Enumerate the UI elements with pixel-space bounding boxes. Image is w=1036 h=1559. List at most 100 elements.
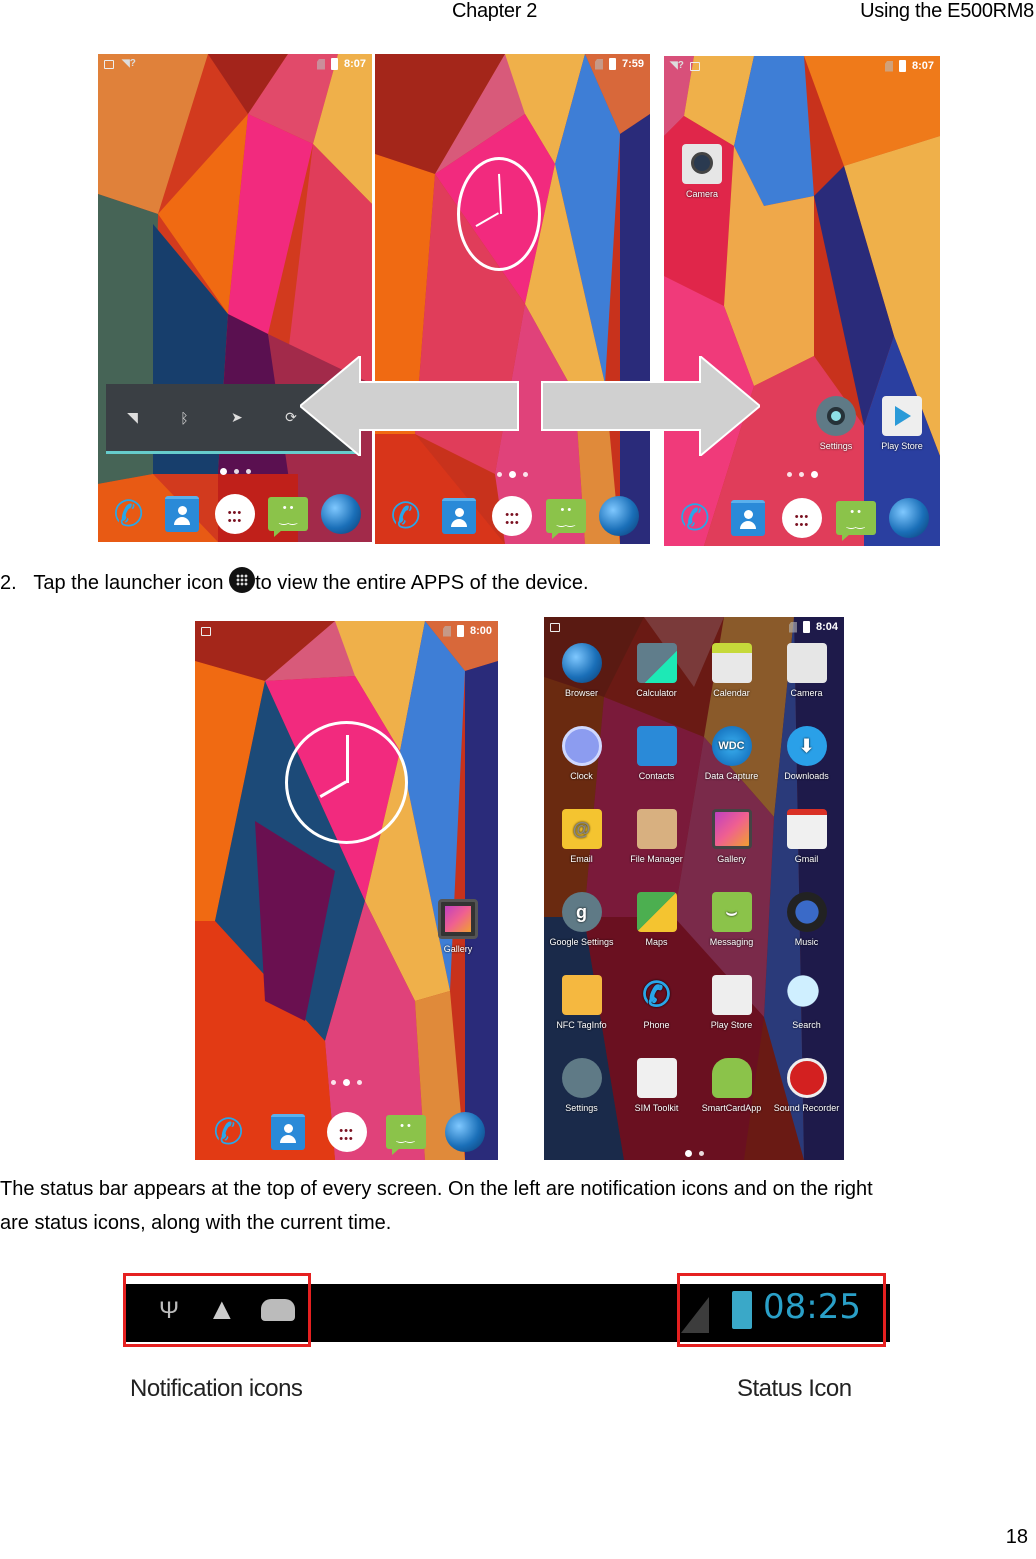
app-downloads[interactable]: ⬇ Downloads bbox=[769, 726, 844, 781]
messaging-icon[interactable] bbox=[385, 1115, 426, 1155]
browser-icon[interactable] bbox=[321, 494, 362, 534]
app-phone[interactable]: ✆ Phone bbox=[619, 975, 694, 1030]
battery-icon bbox=[330, 58, 338, 70]
gallery-icon bbox=[711, 809, 752, 849]
android-debug-icon bbox=[261, 1299, 295, 1321]
app-label: Play Store bbox=[710, 1020, 753, 1030]
contacts-icon[interactable] bbox=[442, 498, 477, 534]
google-settings-icon: g bbox=[561, 892, 602, 932]
no-sim-icon bbox=[442, 625, 451, 637]
section-label: Using the E500RM8 bbox=[860, 0, 1034, 22]
page-indicator bbox=[195, 1079, 498, 1086]
app-label: Downloads bbox=[784, 771, 829, 781]
app-drawer-screen: 8:04 Browser Calculator Calendar Camera Cloc… bbox=[544, 617, 844, 1160]
sync-icon[interactable]: ⟳ bbox=[285, 409, 297, 426]
app-contacts[interactable]: Contacts bbox=[619, 726, 694, 781]
status-icon-label: Status Icon bbox=[737, 1375, 852, 1402]
camera-icon bbox=[682, 144, 722, 184]
messaging-icon[interactable] bbox=[545, 499, 586, 539]
no-sim-icon bbox=[788, 621, 797, 633]
analog-clock-widget[interactable] bbox=[285, 721, 408, 844]
page-indicator bbox=[544, 1150, 844, 1157]
page-indicator bbox=[664, 471, 940, 478]
app-camera[interactable]: Camera bbox=[769, 643, 844, 698]
app-label: Data Capture bbox=[704, 771, 759, 781]
status-bar: 8:00 bbox=[195, 621, 498, 641]
app-data-capture[interactable]: WDC Data Capture bbox=[694, 726, 769, 781]
status-bar-illustration: Ψ ▲ 08:25 Notification icons Status Icon bbox=[115, 1257, 925, 1407]
app-nfc-taginfo[interactable]: NFC TagInfo bbox=[544, 975, 619, 1030]
app-label: Camera bbox=[790, 688, 823, 698]
app-play-store[interactable]: Play Store bbox=[694, 975, 769, 1030]
app-gmail[interactable]: Gmail bbox=[769, 809, 844, 864]
app-google-settings[interactable]: g Google Settings bbox=[544, 892, 619, 947]
settings-icon bbox=[816, 396, 856, 436]
contacts-icon[interactable] bbox=[164, 496, 199, 532]
analog-clock-widget[interactable] bbox=[457, 157, 541, 271]
app-settings[interactable]: Settings bbox=[812, 396, 860, 451]
bluetooth-icon[interactable]: ᛒ bbox=[180, 410, 188, 426]
dock: ✆ bbox=[195, 1108, 498, 1156]
browser-icon[interactable] bbox=[444, 1112, 485, 1152]
app-gallery[interactable]: Gallery bbox=[694, 809, 769, 864]
phone-icon[interactable]: ✆ bbox=[209, 1112, 249, 1152]
launcher-icon[interactable] bbox=[214, 494, 255, 534]
status-time: 8:07 bbox=[911, 60, 934, 72]
wifi-icon[interactable]: ◥ bbox=[127, 409, 138, 426]
app-search[interactable]: Search bbox=[769, 975, 844, 1030]
launcher-icon[interactable] bbox=[781, 498, 822, 538]
app-settings[interactable]: Settings bbox=[544, 1058, 619, 1113]
battery-icon bbox=[456, 625, 464, 637]
page-number: 18 bbox=[1005, 1526, 1028, 1548]
phone-icon[interactable]: ✆ bbox=[109, 494, 149, 534]
app-maps[interactable]: Maps bbox=[619, 892, 694, 947]
phone-icon[interactable]: ✆ bbox=[675, 498, 715, 538]
step-text-after: to view the entire APPS of the device. bbox=[255, 572, 589, 594]
app-label: Maps bbox=[645, 937, 668, 947]
launcher-icon bbox=[229, 567, 256, 593]
launcher-icon[interactable] bbox=[326, 1112, 367, 1152]
browser-icon[interactable] bbox=[889, 498, 930, 538]
app-sim-toolkit[interactable]: SIM Toolkit bbox=[619, 1058, 694, 1113]
app-sound-recorder[interactable]: Sound Recorder bbox=[769, 1058, 844, 1113]
paragraph-line-2: are status icons, along with the current… bbox=[0, 1212, 392, 1234]
app-label: SIM Toolkit bbox=[634, 1103, 679, 1113]
app-calendar[interactable]: Calendar bbox=[694, 643, 769, 698]
app-messaging[interactable]: ⌣ Messaging bbox=[694, 892, 769, 947]
browser-icon[interactable] bbox=[599, 496, 640, 536]
settings-icon bbox=[561, 1058, 602, 1098]
messaging-icon[interactable] bbox=[835, 501, 876, 541]
app-label: Camera bbox=[685, 189, 718, 199]
battery-icon bbox=[608, 58, 616, 70]
sim-toolkit-icon bbox=[636, 1058, 677, 1098]
app-label: Settings bbox=[819, 441, 853, 451]
swipe-left-arrow bbox=[300, 356, 519, 456]
home-screen-center: 7:59 ✆ bbox=[375, 54, 650, 544]
app-camera[interactable]: Camera bbox=[678, 144, 726, 199]
app-label: Calculator bbox=[636, 688, 677, 698]
status-time: 8:00 bbox=[469, 625, 492, 637]
file-manager-icon bbox=[636, 809, 677, 849]
status-time: 8:04 bbox=[815, 621, 838, 633]
messaging-icon[interactable] bbox=[268, 497, 309, 537]
contacts-icon[interactable] bbox=[731, 500, 766, 536]
app-clock[interactable]: Clock bbox=[544, 726, 619, 781]
app-smartcardapp[interactable]: SmartCardApp bbox=[694, 1058, 769, 1113]
app-file-manager[interactable]: File Manager bbox=[619, 809, 694, 864]
app-label: Google Settings bbox=[549, 937, 614, 947]
status-bar-description: The status bar appears at the top of eve… bbox=[0, 1172, 873, 1240]
app-email[interactable]: @ Email bbox=[544, 809, 619, 864]
app-browser[interactable]: Browser bbox=[544, 643, 619, 698]
email-icon: @ bbox=[561, 809, 602, 849]
app-gallery[interactable]: Gallery bbox=[433, 899, 483, 954]
contacts-icon[interactable] bbox=[270, 1114, 305, 1150]
no-sim-icon bbox=[594, 58, 603, 70]
app-music[interactable]: Music bbox=[769, 892, 844, 947]
launcher-icon[interactable] bbox=[492, 496, 533, 536]
app-play-store[interactable]: Play Store bbox=[874, 396, 930, 451]
phone-icon[interactable]: ✆ bbox=[386, 496, 426, 536]
location-icon[interactable]: ➤ bbox=[231, 409, 243, 426]
image-icon bbox=[550, 622, 560, 632]
app-calculator[interactable]: Calculator bbox=[619, 643, 694, 698]
step-2-text: 2. Tap the launcher icon to view the ent… bbox=[0, 566, 589, 600]
